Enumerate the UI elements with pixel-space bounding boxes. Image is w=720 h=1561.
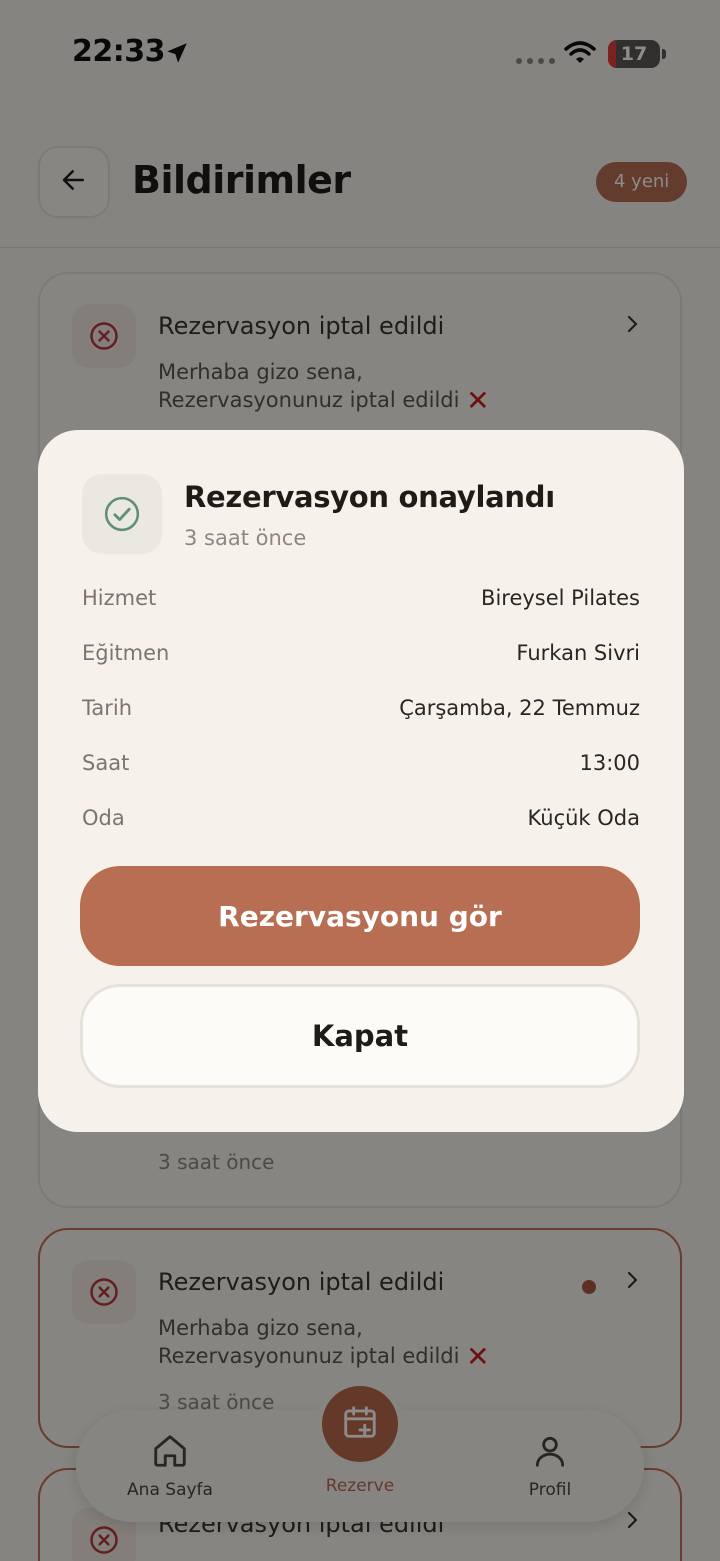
detail-key: Hizmet [82, 586, 157, 610]
detail-key: Saat [82, 751, 130, 775]
detail-row-service: Hizmet Bireysel Pilates [82, 586, 640, 641]
detail-value: Çarşamba, 22 Temmuz [399, 696, 640, 720]
modal-title: Rezervasyon onaylandı [184, 480, 555, 514]
detail-key: Tarih [82, 696, 132, 720]
detail-key: Oda [82, 806, 125, 830]
detail-row-date: Tarih Çarşamba, 22 Temmuz [82, 696, 640, 751]
detail-value: Küçük Oda [527, 806, 640, 830]
detail-value: Bireysel Pilates [481, 586, 640, 610]
modal-time: 3 saat önce [184, 526, 307, 550]
notification-detail-modal: Rezervasyon onaylandı 3 saat önce Hizmet… [38, 430, 684, 1132]
close-button[interactable]: Kapat [80, 984, 640, 1088]
detail-value: Furkan Sivri [516, 641, 640, 665]
detail-row-instructor: Eğitmen Furkan Sivri [82, 641, 640, 696]
view-reservation-button[interactable]: Rezervasyonu gör [80, 866, 640, 966]
detail-value: 13:00 [579, 751, 640, 775]
reservation-details: Hizmet Bireysel Pilates Eğitmen Furkan S… [82, 586, 640, 861]
check-circle-icon [82, 474, 162, 554]
detail-row-time: Saat 13:00 [82, 751, 640, 806]
detail-row-room: Oda Küçük Oda [82, 806, 640, 861]
detail-key: Eğitmen [82, 641, 170, 665]
